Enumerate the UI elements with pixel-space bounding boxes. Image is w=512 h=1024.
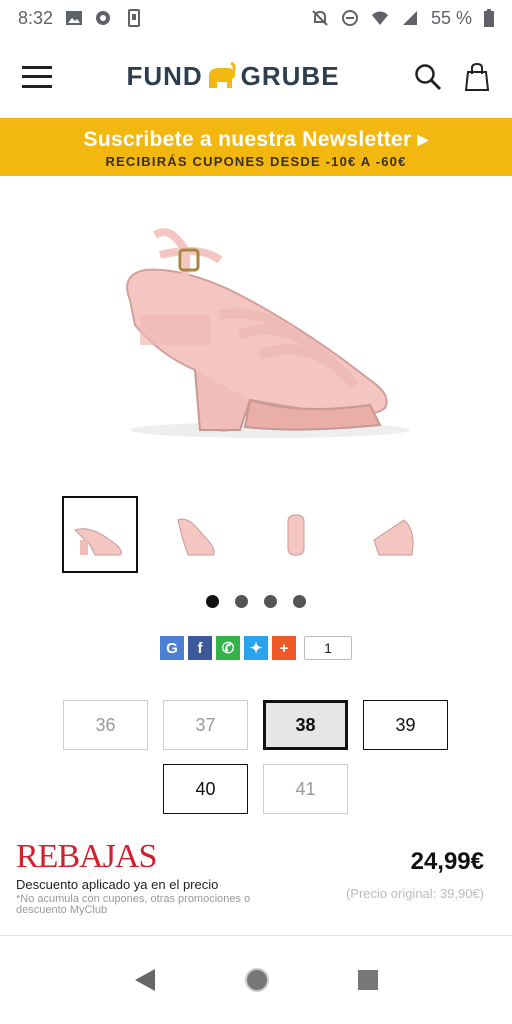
battery-percent: 55 % [430, 7, 472, 28]
wifi-icon [371, 11, 388, 25]
thumbnail-2[interactable] [160, 496, 236, 573]
share-bar: G f ✆ ✦ + 1 [160, 636, 352, 660]
home-icon[interactable] [244, 967, 270, 993]
brand-logo[interactable]: FUND GRUBE [126, 61, 339, 92]
app-header: FUND GRUBE [0, 36, 512, 118]
size-option-36[interactable]: 36 [63, 700, 148, 750]
app-notification-icon [96, 11, 111, 25]
menu-icon[interactable] [22, 65, 52, 88]
battery-icon [484, 9, 494, 27]
size-option-41[interactable]: 41 [263, 764, 348, 814]
product-image[interactable] [100, 205, 410, 455]
carousel-dots [0, 595, 512, 608]
thumbnail-3[interactable] [258, 496, 334, 573]
dnd-icon [341, 10, 358, 26]
share-count: 1 [304, 636, 352, 660]
facebook-share-icon[interactable]: f [188, 636, 212, 660]
elephant-logo-icon [208, 61, 236, 88]
twitter-share-icon[interactable]: ✦ [244, 636, 268, 660]
image-icon [66, 11, 83, 25]
navigation-bar [0, 936, 512, 1024]
logo-text-left: FUND [126, 61, 203, 91]
size-option-39[interactable]: 39 [363, 700, 448, 750]
google-share-icon[interactable]: G [160, 636, 184, 660]
more-share-icon[interactable]: + [272, 636, 296, 660]
size-option-38[interactable]: 38 [263, 700, 348, 750]
status-time: 8:32 [18, 7, 54, 28]
size-option-37[interactable]: 37 [163, 700, 248, 750]
newsletter-subtitle: RECIBIRÁS CUPONES DESDE -10€ A -60€ [105, 154, 407, 169]
carousel-dot[interactable] [293, 595, 306, 608]
current-price: 24,99€ [410, 848, 484, 875]
newsletter-title: Suscribete a nuestra Newsletter ▸ [83, 128, 429, 151]
search-icon[interactable] [414, 63, 442, 91]
carousel-dot[interactable] [264, 595, 277, 608]
size-selector: 36 37 38 39 40 41 [63, 700, 453, 828]
phone-icon [128, 9, 141, 27]
recents-icon[interactable] [357, 969, 379, 991]
carousel-dot[interactable] [206, 595, 219, 608]
shopping-bag-icon[interactable] [464, 62, 490, 92]
logo-text-right: GRUBE [240, 61, 340, 91]
thumbnail-1[interactable] [62, 496, 138, 573]
thumbnail-4[interactable] [356, 496, 432, 573]
sale-note: *No acumula con cupones, otras promocion… [16, 893, 251, 916]
whatsapp-share-icon[interactable]: ✆ [216, 636, 240, 660]
size-option-40[interactable]: 40 [163, 764, 248, 814]
status-bar: 8:32 55 % [0, 0, 512, 36]
newsletter-banner[interactable]: Suscribete a nuestra Newsletter ▸ RECIBI… [0, 118, 512, 176]
back-icon[interactable] [133, 967, 157, 993]
original-price: (Precio original: 39,90€) [345, 886, 484, 901]
price-section: REBAJAS Descuento aplicado ya en el prec… [16, 840, 500, 920]
mute-icon [312, 10, 328, 26]
signal-icon [402, 11, 417, 25]
carousel-dot[interactable] [235, 595, 248, 608]
thumbnail-strip [62, 496, 432, 573]
